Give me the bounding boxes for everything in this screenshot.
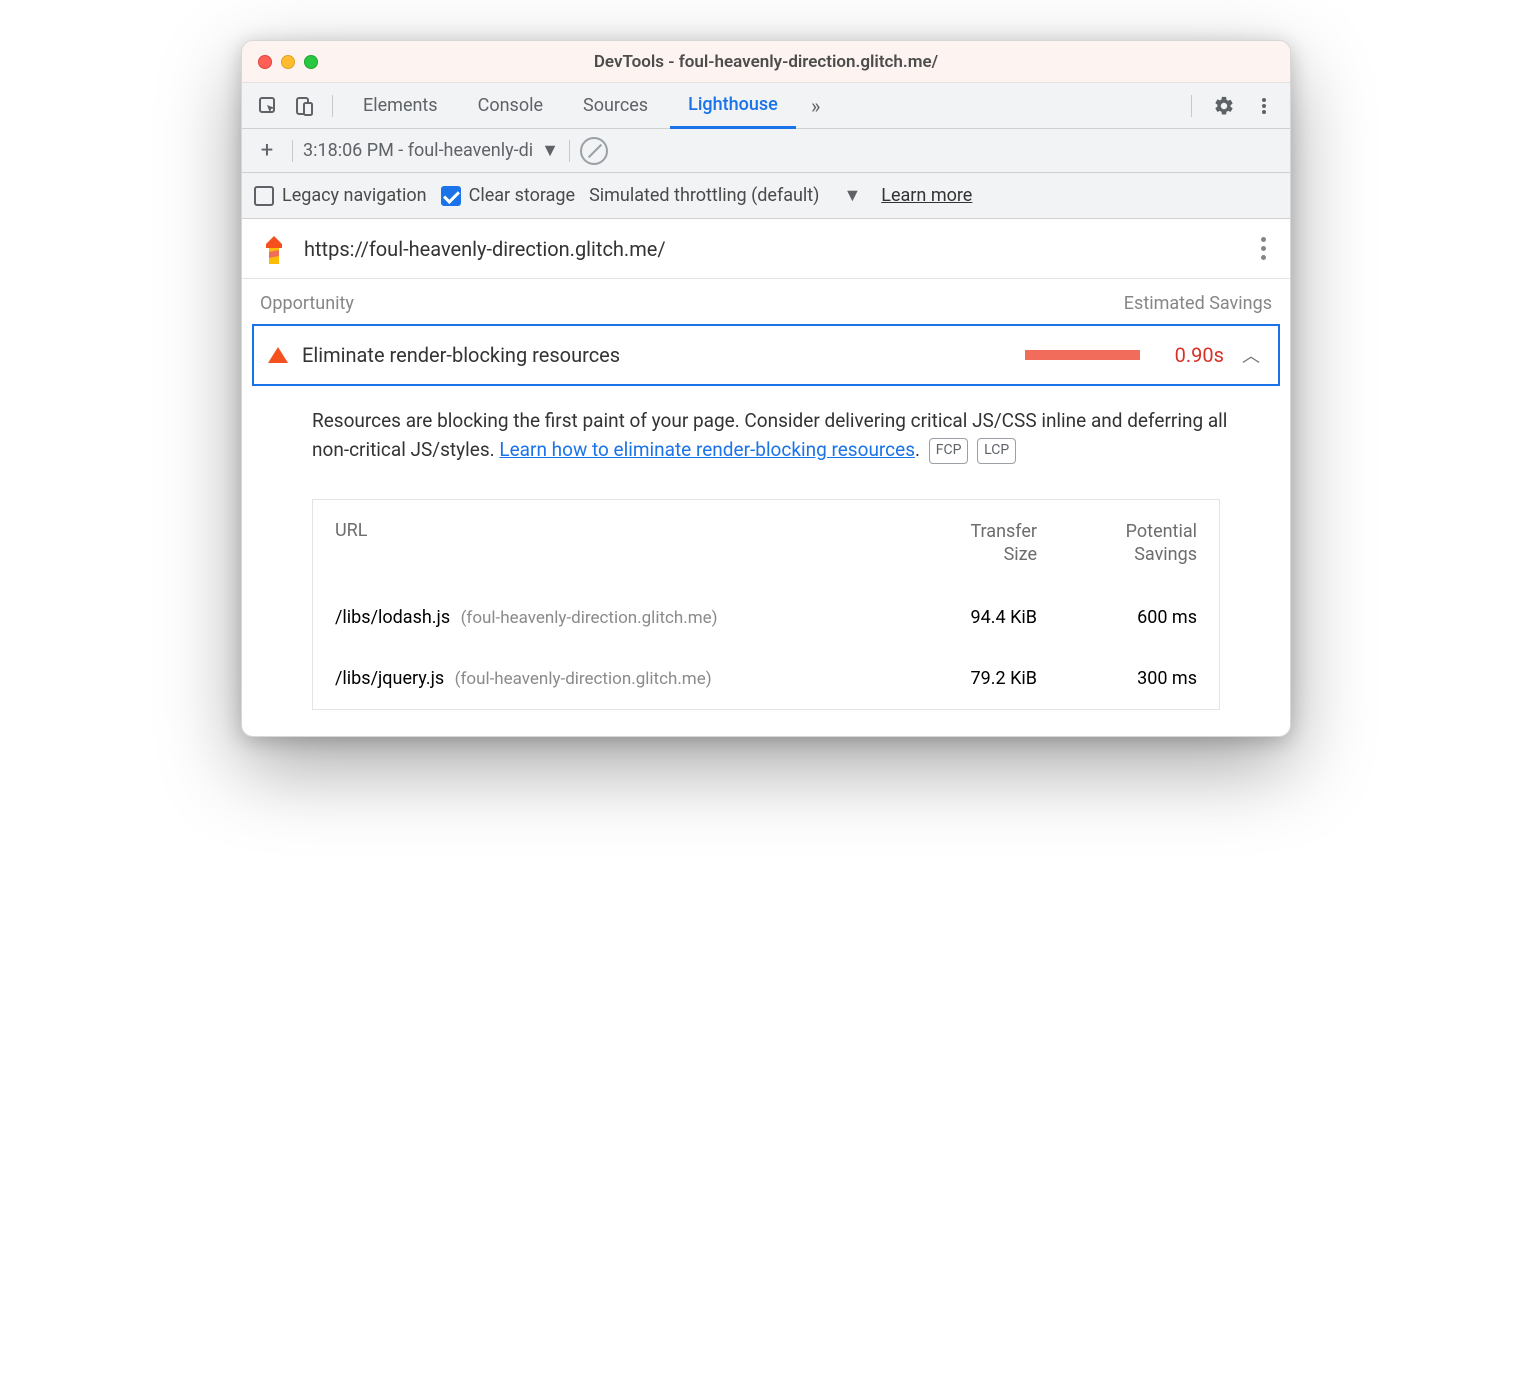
report-url-row: https://foul-heavenly-direction.glitch.m… [242,219,1290,279]
clear-storage-label: Clear storage [469,185,575,206]
cell-transfer-size: 94.4 KiB [887,607,1037,628]
cell-potential-savings: 600 ms [1037,607,1197,628]
dropdown-icon: ▼ [541,140,559,161]
fail-triangle-icon [268,347,288,363]
tab-console[interactable]: Console [460,83,561,129]
minimize-window-button[interactable] [281,55,295,69]
lighthouse-logo-icon [260,232,288,266]
more-tabs-icon[interactable]: » [800,90,832,122]
kebab-menu-icon[interactable] [1248,90,1280,122]
table-row: /libs/jquery.js (foul-heavenly-direction… [313,648,1219,709]
resource-host: (foul-heavenly-direction.glitch.me) [455,669,712,689]
opportunity-title: Eliminate render-blocking resources [302,343,620,367]
throttling-label: Simulated throttling (default) [589,185,819,206]
checkbox-icon [254,186,274,206]
report-selector-label: 3:18:06 PM - foul-heavenly-di [303,140,533,161]
tab-lighthouse[interactable]: Lighthouse [670,83,796,129]
legacy-navigation-label: Legacy navigation [282,185,427,206]
separator [569,140,570,162]
clear-all-icon[interactable] [580,137,608,165]
window-title: DevTools - foul-heavenly-direction.glitc… [242,52,1290,72]
col-transfer-header: TransferSize [887,520,1037,567]
resource-path: /libs/jquery.js [335,668,444,689]
lighthouse-toolbar: + 3:18:06 PM - foul-heavenly-di ▼ [242,129,1290,173]
titlebar: DevTools - foul-heavenly-direction.glitc… [242,41,1290,83]
resources-table: URL TransferSize PotentialSavings /libs/… [312,499,1220,710]
close-window-button[interactable] [258,55,272,69]
separator [332,95,333,117]
savings-bar [1025,350,1140,360]
col-savings-header: PotentialSavings [1037,520,1197,567]
lighthouse-settings-bar: Legacy navigation Clear storage Simulate… [242,173,1290,219]
cell-transfer-size: 79.2 KiB [887,668,1037,689]
chevron-up-icon: ︿ [1238,342,1264,368]
col-url-header: URL [335,520,887,567]
legacy-navigation-checkbox[interactable]: Legacy navigation [254,185,427,206]
panel-tabstrip: Elements Console Sources Lighthouse » [242,83,1290,129]
maximize-window-button[interactable] [304,55,318,69]
learn-more-link[interactable]: Learn more [881,185,972,206]
settings-icon[interactable] [1208,90,1240,122]
resource-host: (foul-heavenly-direction.glitch.me) [461,608,718,628]
description-learn-link[interactable]: Learn how to eliminate render-blocking r… [499,438,915,461]
table-row: /libs/lodash.js (foul-heavenly-direction… [313,587,1219,648]
separator [1191,95,1192,117]
cell-potential-savings: 300 ms [1037,668,1197,689]
opportunity-item[interactable]: Eliminate render-blocking resources 0.90… [252,324,1280,386]
clear-storage-checkbox[interactable]: Clear storage [441,185,575,206]
savings-value: 0.90s [1154,343,1224,367]
report-menu-icon[interactable] [1255,231,1272,266]
metric-tag-lcp: LCP [977,438,1016,464]
cell-url: /libs/lodash.js (foul-heavenly-direction… [335,607,887,628]
description-post: . [915,438,920,461]
opportunity-header-right: Estimated Savings [1124,293,1272,314]
report-url: https://foul-heavenly-direction.glitch.m… [304,237,666,261]
throttling-selector[interactable]: Simulated throttling (default) ▼ [589,185,861,206]
resource-path: /libs/lodash.js [335,607,450,628]
traffic-lights [258,55,318,69]
dropdown-icon: ▼ [843,185,861,206]
new-report-button[interactable]: + [252,136,282,166]
checkbox-checked-icon [441,186,461,206]
opportunity-description: Resources are blocking the first paint o… [242,386,1290,475]
cell-url: /libs/jquery.js (foul-heavenly-direction… [335,668,887,689]
tab-elements[interactable]: Elements [345,83,456,129]
tab-sources[interactable]: Sources [565,83,666,129]
device-toolbar-icon[interactable] [288,90,320,122]
separator [292,140,293,162]
metric-tag-fcp: FCP [929,438,969,464]
devtools-window: DevTools - foul-heavenly-direction.glitc… [241,40,1291,737]
inspect-element-icon[interactable] [252,90,284,122]
opportunity-section-header: Opportunity Estimated Savings [242,279,1290,324]
report-selector[interactable]: 3:18:06 PM - foul-heavenly-di ▼ [303,140,559,161]
opportunity-header-left: Opportunity [260,293,354,314]
table-header-row: URL TransferSize PotentialSavings [313,500,1219,587]
